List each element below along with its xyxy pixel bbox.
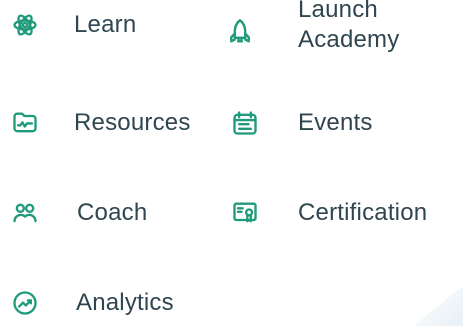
menu-item-coach[interactable]: Coach: [10, 198, 147, 228]
menu-item-events[interactable]: Events: [230, 108, 373, 138]
menu-item-launch-academy[interactable]: Launch Academy: [225, 0, 438, 55]
rocket-icon: [225, 17, 255, 47]
trend-up-icon: [10, 288, 40, 318]
menu-item-analytics[interactable]: Analytics: [10, 288, 174, 318]
menu-item-label: Certification: [298, 198, 428, 226]
decorative-corner: [413, 286, 463, 326]
users-icon: [10, 198, 40, 228]
menu-item-label: Coach: [77, 198, 148, 226]
menu-item-label: Launch Academy: [298, 0, 400, 53]
atom-icon: [10, 10, 40, 40]
navigation-menu: Learn Launch Academy Resources Events Co…: [0, 0, 463, 326]
folder-chart-icon: [10, 108, 40, 138]
menu-item-learn[interactable]: Learn: [10, 10, 136, 40]
menu-item-label: Analytics: [76, 288, 174, 316]
menu-item-label: Learn: [74, 10, 137, 38]
certificate-icon: [230, 198, 260, 228]
menu-item-label: Events: [298, 108, 373, 136]
menu-item-resources[interactable]: Resources: [10, 108, 191, 138]
calendar-icon: [230, 108, 260, 138]
menu-item-label: Resources: [74, 108, 191, 136]
menu-item-certification[interactable]: Certification: [230, 198, 427, 228]
